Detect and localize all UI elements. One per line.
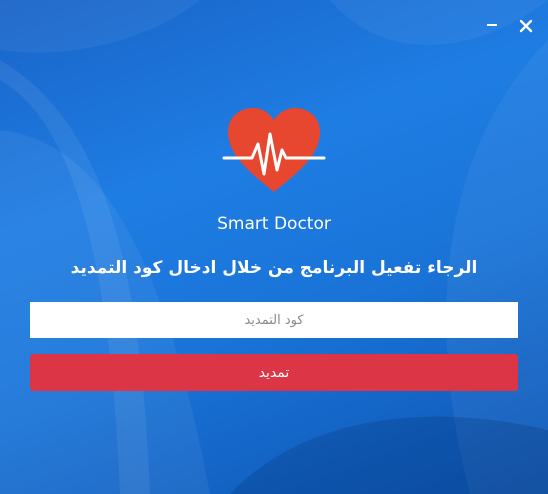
heart-pulse-icon [222,108,326,192]
activation-prompt: الرجاء تفعيل البرنامج من خلال ادخال كود … [70,258,478,278]
activation-window: Smart Doctor الرجاء تفعيل البرنامج من خل… [0,0,548,494]
minimize-icon [487,24,497,26]
minimize-button[interactable] [484,18,500,34]
close-button[interactable] [518,18,534,34]
close-icon [519,19,533,33]
background-decoration [0,0,548,494]
window-controls [484,18,534,34]
app-name: Smart Doctor [217,214,331,234]
renew-button[interactable]: تمديد [30,354,518,391]
renewal-code-input[interactable] [30,302,518,338]
